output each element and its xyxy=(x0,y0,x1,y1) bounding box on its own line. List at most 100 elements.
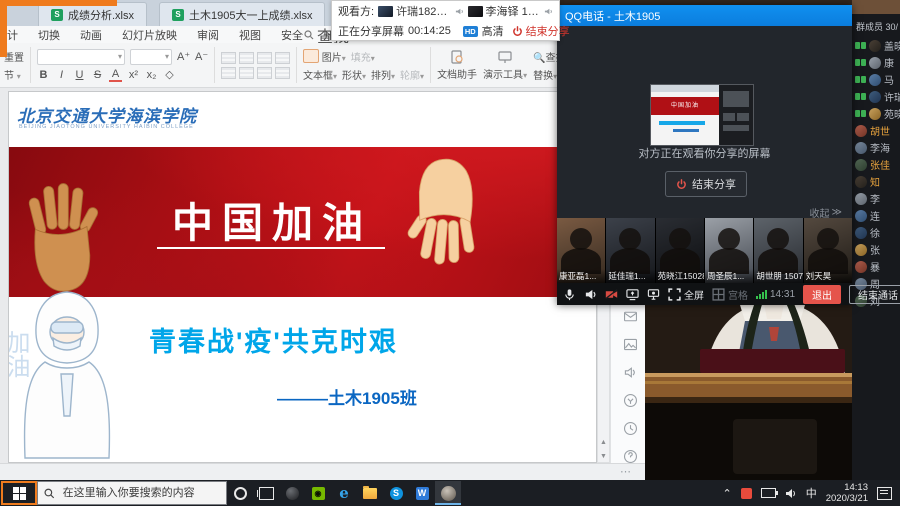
message-icon[interactable] xyxy=(622,308,639,325)
member-row[interactable]: 康 xyxy=(852,54,900,71)
slide-canvas[interactable]: 北京交通大学海滨学院 BEIJING JIAOTONG UNIVERSITY H… xyxy=(8,91,597,463)
fullscreen-button[interactable]: 全屏 xyxy=(668,287,704,302)
edge-button[interactable]: e xyxy=(331,481,357,505)
cortana-button[interactable] xyxy=(227,481,253,505)
section-button[interactable]: 节 ▾ xyxy=(4,67,24,82)
ime-indicator[interactable]: 中 xyxy=(806,485,817,501)
align-center-icon[interactable] xyxy=(239,67,254,79)
font-family-select[interactable]: ▾ xyxy=(37,49,125,65)
textbox-button[interactable]: 文本框▾ xyxy=(303,67,337,82)
battery-icon[interactable] xyxy=(761,488,776,498)
history-icon[interactable] xyxy=(622,420,639,437)
ribbon-menu-item[interactable]: 审阅 xyxy=(187,27,229,43)
volume-icon[interactable] xyxy=(785,488,797,499)
participant-video[interactable]: 苑晓江15028414... xyxy=(656,218,704,283)
camera-off-icon[interactable] xyxy=(605,288,618,301)
member-row[interactable]: 马 xyxy=(852,71,900,88)
end-call-button[interactable]: 结束通话 xyxy=(849,285,900,304)
outline-button[interactable]: 轮廓▾ xyxy=(400,67,424,82)
member-row[interactable]: 暴 xyxy=(852,258,900,275)
superscript-button[interactable]: x² xyxy=(127,69,140,81)
member-row[interactable]: 连 xyxy=(852,207,900,224)
next-slide-button[interactable]: ▼ xyxy=(598,453,609,460)
bullet-list-icon[interactable] xyxy=(221,52,236,64)
member-row[interactable]: 徐 xyxy=(852,224,900,241)
member-row[interactable]: 李海 xyxy=(852,139,900,156)
taskbar-clock[interactable]: 14:13 2020/3/21 xyxy=(826,482,868,504)
tray-app-icon[interactable] xyxy=(741,488,752,499)
coin-icon[interactable] xyxy=(622,392,639,409)
presenter-icon[interactable] xyxy=(647,288,660,301)
align-left-icon[interactable] xyxy=(221,67,236,79)
exit-button[interactable]: 退出 xyxy=(803,285,841,304)
indent-icon[interactable] xyxy=(275,52,290,64)
ribbon-menu-item[interactable]: 视图 xyxy=(229,27,271,43)
sound-icon[interactable] xyxy=(622,364,639,381)
arrange-button[interactable]: 排列▾ xyxy=(371,67,395,82)
ribbon-menu-item[interactable]: 动画 xyxy=(70,27,112,43)
participant-video[interactable]: 周圣辰1... xyxy=(705,218,753,283)
participant-video[interactable]: 康亚磊1... xyxy=(557,218,605,283)
align-right-icon[interactable] xyxy=(257,67,272,79)
decrease-font-button[interactable]: A⁻ xyxy=(195,50,208,63)
doc-assistant-button[interactable]: 文档助手 xyxy=(437,45,477,85)
increase-font-button[interactable]: A⁺ xyxy=(177,50,190,63)
start-button[interactable] xyxy=(1,481,37,505)
outdent-icon[interactable] xyxy=(257,52,272,64)
member-row[interactable]: 张佳 xyxy=(852,156,900,173)
presentation-tools-button[interactable]: 演示工具▾ xyxy=(483,45,527,85)
speaker-icon[interactable] xyxy=(584,288,597,301)
member-row[interactable]: 许瑞 xyxy=(852,88,900,105)
task-view-button[interactable] xyxy=(253,481,279,505)
member-row[interactable]: 张 xyxy=(852,241,900,258)
action-center-icon[interactable] xyxy=(877,487,892,500)
reset-button[interactable]: 重置 xyxy=(4,49,24,64)
search-input[interactable] xyxy=(61,486,220,500)
image-icon[interactable] xyxy=(622,336,639,353)
document-tab-class-grades[interactable]: S 土木1905大一上成绩.xlsx xyxy=(159,2,325,26)
underline-button[interactable]: U xyxy=(73,69,86,81)
member-row[interactable]: 胡世 xyxy=(852,122,900,139)
wps-button[interactable]: W xyxy=(409,481,435,505)
member-row[interactable]: 苑晓 xyxy=(852,105,900,122)
end-share-button[interactable]: 结束分享 xyxy=(665,171,747,197)
mic-icon[interactable] xyxy=(563,288,576,301)
screen-share-preview[interactable]: 中国加油 xyxy=(650,84,754,146)
file-explorer-button[interactable] xyxy=(357,481,383,505)
shape-button[interactable]: 形状▾ xyxy=(342,67,366,82)
tray-expand-icon[interactable]: ⌃ xyxy=(723,487,732,500)
strikethrough-button[interactable]: S xyxy=(91,69,104,81)
member-row[interactable]: 知 xyxy=(852,173,900,190)
fill-button[interactable]: 填充▾ xyxy=(351,49,375,64)
member-row[interactable]: 李 xyxy=(852,190,900,207)
qq-button[interactable] xyxy=(435,481,461,505)
font-color-button[interactable]: A xyxy=(109,68,122,82)
status-overflow[interactable]: ⋯ xyxy=(620,465,633,478)
ribbon-menu-item[interactable]: 切换 xyxy=(28,27,70,43)
picture-button[interactable]: 图片▾ xyxy=(303,49,346,64)
number-list-icon[interactable] xyxy=(239,52,254,64)
skype-button[interactable]: S xyxy=(383,481,409,505)
previous-slide-button[interactable]: ▲ xyxy=(598,439,609,446)
participant-video[interactable]: 延佳瑞1... xyxy=(606,218,654,283)
subscript-button[interactable]: x₂ xyxy=(145,69,158,81)
share-screen-icon[interactable] xyxy=(626,288,639,301)
grid-view-button[interactable]: 宫格 xyxy=(712,287,748,302)
bold-button[interactable]: B xyxy=(37,69,50,81)
viewer-chip[interactable]: 李海铎 1863002... xyxy=(468,3,553,19)
member-row[interactable]: 盖晓 xyxy=(852,37,900,54)
hd-label[interactable]: 高清 xyxy=(482,23,504,39)
participant-video[interactable]: 刘天昊 xyxy=(804,218,852,283)
clear-format-button[interactable]: ◇ xyxy=(163,68,176,81)
taskbar-search[interactable] xyxy=(37,481,227,505)
end-share-button[interactable]: 结束分享 xyxy=(512,23,570,39)
ribbon-menu-item[interactable]: 幻灯片放映 xyxy=(112,27,187,43)
line-spacing-icon[interactable] xyxy=(275,67,290,79)
participant-video[interactable]: 胡世朋 15070228... xyxy=(754,218,802,283)
qq-call-titlebar[interactable]: QQ电话 - 土木1905 xyxy=(557,5,852,26)
font-size-select[interactable]: ▾ xyxy=(130,49,172,65)
nvidia-button[interactable]: ◉ xyxy=(305,481,331,505)
app-button[interactable] xyxy=(279,481,305,505)
viewer-chip[interactable]: 许瑞182750931... xyxy=(378,3,463,19)
italic-button[interactable]: I xyxy=(55,69,68,81)
